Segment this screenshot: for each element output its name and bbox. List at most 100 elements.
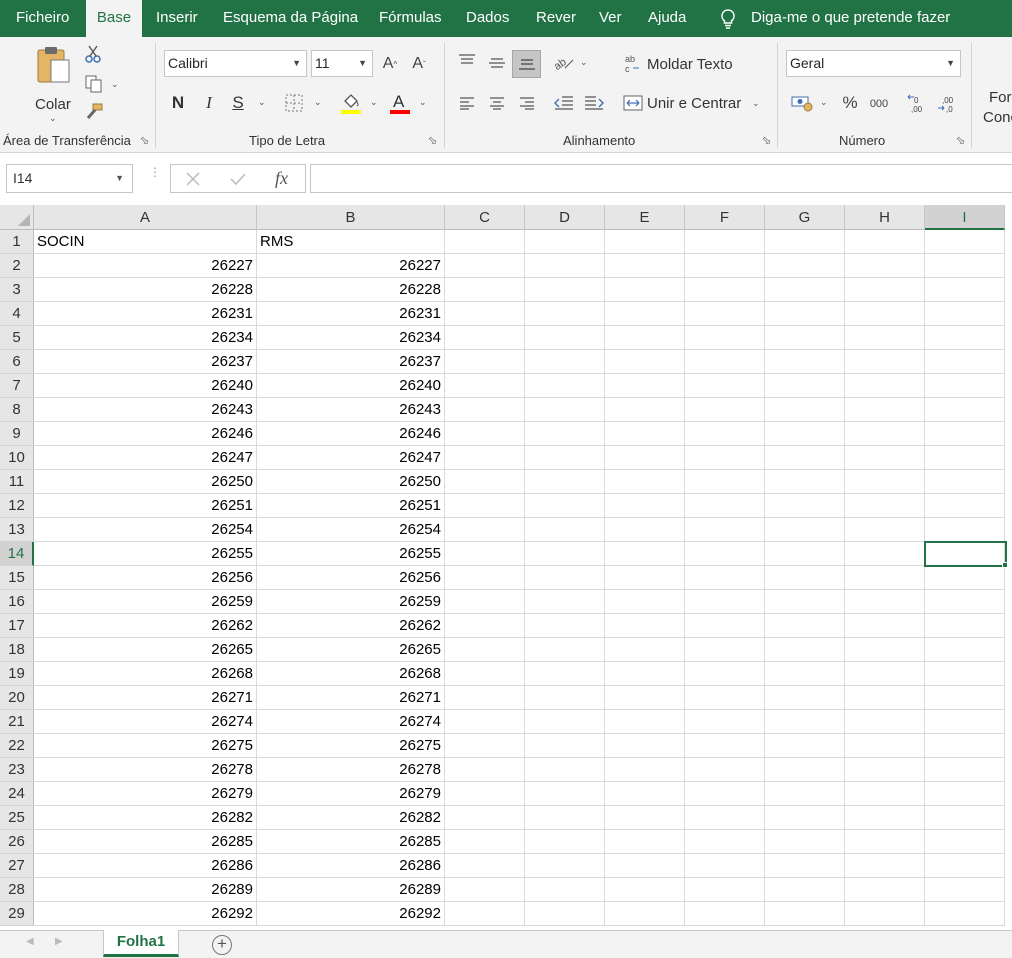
row-header[interactable]: 10 bbox=[0, 446, 34, 470]
table-cell[interactable]: 26285 bbox=[257, 830, 445, 854]
copy-icon[interactable] bbox=[84, 74, 104, 94]
empty-cell[interactable] bbox=[605, 662, 685, 686]
empty-cell[interactable] bbox=[525, 374, 605, 398]
row-header[interactable]: 1 bbox=[0, 230, 34, 254]
empty-cell[interactable] bbox=[445, 542, 525, 566]
table-cell[interactable]: 26227 bbox=[257, 254, 445, 278]
empty-cell[interactable] bbox=[445, 806, 525, 830]
empty-cell[interactable] bbox=[765, 470, 845, 494]
table-cell[interactable]: 26274 bbox=[257, 710, 445, 734]
empty-cell[interactable] bbox=[845, 830, 925, 854]
table-cell[interactable]: 26255 bbox=[257, 542, 445, 566]
table-cell[interactable]: 26228 bbox=[257, 278, 445, 302]
empty-cell[interactable] bbox=[845, 638, 925, 662]
table-cell[interactable]: 26254 bbox=[34, 518, 257, 542]
copy-dropdown-icon[interactable]: ⌄ bbox=[111, 79, 119, 90]
table-cell[interactable]: 26256 bbox=[34, 566, 257, 590]
empty-cell[interactable] bbox=[925, 470, 1005, 494]
empty-cell[interactable] bbox=[445, 614, 525, 638]
row-header[interactable]: 14 bbox=[0, 542, 34, 566]
table-cell[interactable]: 26278 bbox=[34, 758, 257, 782]
empty-cell[interactable] bbox=[525, 398, 605, 422]
underline-dropdown-icon[interactable]: ⌄ bbox=[258, 97, 266, 108]
empty-cell[interactable] bbox=[445, 446, 525, 470]
empty-cell[interactable] bbox=[845, 230, 925, 254]
empty-cell[interactable] bbox=[525, 710, 605, 734]
row-header[interactable]: 26 bbox=[0, 830, 34, 854]
column-header-b[interactable]: B bbox=[257, 205, 445, 230]
table-cell[interactable]: 26271 bbox=[257, 686, 445, 710]
table-cell[interactable]: 26268 bbox=[257, 662, 445, 686]
table-cell[interactable]: 26259 bbox=[257, 590, 445, 614]
number-launcher-icon[interactable]: ⬂ bbox=[956, 136, 967, 147]
spreadsheet-grid[interactable]: ABCDEFGHI 1 SOCIN RMS 2 26227 26227 3 26228 2622… bbox=[0, 205, 1012, 930]
format-painter-icon[interactable] bbox=[84, 102, 104, 122]
empty-cell[interactable] bbox=[605, 830, 685, 854]
empty-cell[interactable] bbox=[605, 398, 685, 422]
empty-cell[interactable] bbox=[765, 374, 845, 398]
empty-cell[interactable] bbox=[605, 302, 685, 326]
empty-cell[interactable] bbox=[765, 254, 845, 278]
empty-cell[interactable] bbox=[765, 230, 845, 254]
table-cell[interactable]: 26271 bbox=[34, 686, 257, 710]
empty-cell[interactable] bbox=[925, 302, 1005, 326]
row-header[interactable]: 16 bbox=[0, 590, 34, 614]
merge-center-button[interactable]: Unir e Centrar bbox=[623, 93, 763, 115]
scroll-left-icon[interactable]: ◀ bbox=[26, 936, 34, 947]
empty-cell[interactable] bbox=[765, 902, 845, 926]
empty-cell[interactable] bbox=[445, 254, 525, 278]
column-header-a[interactable]: A bbox=[34, 205, 257, 230]
table-cell[interactable]: 26247 bbox=[34, 446, 257, 470]
table-cell[interactable]: 26286 bbox=[34, 854, 257, 878]
increase-indent-icon[interactable] bbox=[583, 93, 605, 113]
empty-cell[interactable] bbox=[845, 374, 925, 398]
empty-cell[interactable] bbox=[765, 806, 845, 830]
empty-cell[interactable] bbox=[685, 326, 765, 350]
empty-cell[interactable] bbox=[525, 614, 605, 638]
empty-cell[interactable] bbox=[605, 782, 685, 806]
table-cell[interactable]: 26251 bbox=[257, 494, 445, 518]
empty-cell[interactable] bbox=[685, 806, 765, 830]
empty-cell[interactable] bbox=[685, 374, 765, 398]
font-color-dropdown-icon[interactable]: ⌄ bbox=[419, 97, 427, 108]
column-header-d[interactable]: D bbox=[525, 205, 605, 230]
empty-cell[interactable] bbox=[445, 878, 525, 902]
empty-cell[interactable] bbox=[605, 878, 685, 902]
empty-cell[interactable] bbox=[605, 374, 685, 398]
empty-cell[interactable] bbox=[525, 566, 605, 590]
tab-inserir[interactable]: Inserir bbox=[156, 0, 198, 37]
table-cell[interactable]: 26237 bbox=[257, 350, 445, 374]
empty-cell[interactable] bbox=[445, 278, 525, 302]
empty-cell[interactable] bbox=[525, 518, 605, 542]
empty-cell[interactable] bbox=[685, 566, 765, 590]
table-cell[interactable]: 26250 bbox=[257, 470, 445, 494]
empty-cell[interactable] bbox=[925, 446, 1005, 470]
empty-cell[interactable] bbox=[925, 686, 1005, 710]
empty-cell[interactable] bbox=[925, 638, 1005, 662]
empty-cell[interactable] bbox=[845, 782, 925, 806]
decrease-decimal-icon[interactable]: ,00,0 bbox=[936, 93, 958, 115]
number-format-select[interactable]: Geral ▼ bbox=[786, 50, 961, 77]
table-cell[interactable]: 26234 bbox=[34, 326, 257, 350]
empty-cell[interactable] bbox=[765, 518, 845, 542]
empty-cell[interactable] bbox=[525, 326, 605, 350]
empty-cell[interactable] bbox=[765, 878, 845, 902]
empty-cell[interactable] bbox=[605, 494, 685, 518]
empty-cell[interactable] bbox=[765, 350, 845, 374]
row-header[interactable]: 28 bbox=[0, 878, 34, 902]
empty-cell[interactable] bbox=[925, 662, 1005, 686]
empty-cell[interactable] bbox=[685, 878, 765, 902]
empty-cell[interactable] bbox=[685, 854, 765, 878]
empty-cell[interactable] bbox=[845, 854, 925, 878]
empty-cell[interactable] bbox=[765, 614, 845, 638]
table-cell[interactable]: 26246 bbox=[34, 422, 257, 446]
empty-cell[interactable] bbox=[685, 302, 765, 326]
cancel-icon[interactable] bbox=[185, 171, 201, 187]
table-cell[interactable]: 26259 bbox=[34, 590, 257, 614]
empty-cell[interactable] bbox=[525, 590, 605, 614]
empty-cell[interactable] bbox=[445, 902, 525, 926]
empty-cell[interactable] bbox=[445, 470, 525, 494]
empty-cell[interactable] bbox=[925, 398, 1005, 422]
tab-ver[interactable]: Ver bbox=[599, 0, 622, 37]
empty-cell[interactable] bbox=[445, 494, 525, 518]
